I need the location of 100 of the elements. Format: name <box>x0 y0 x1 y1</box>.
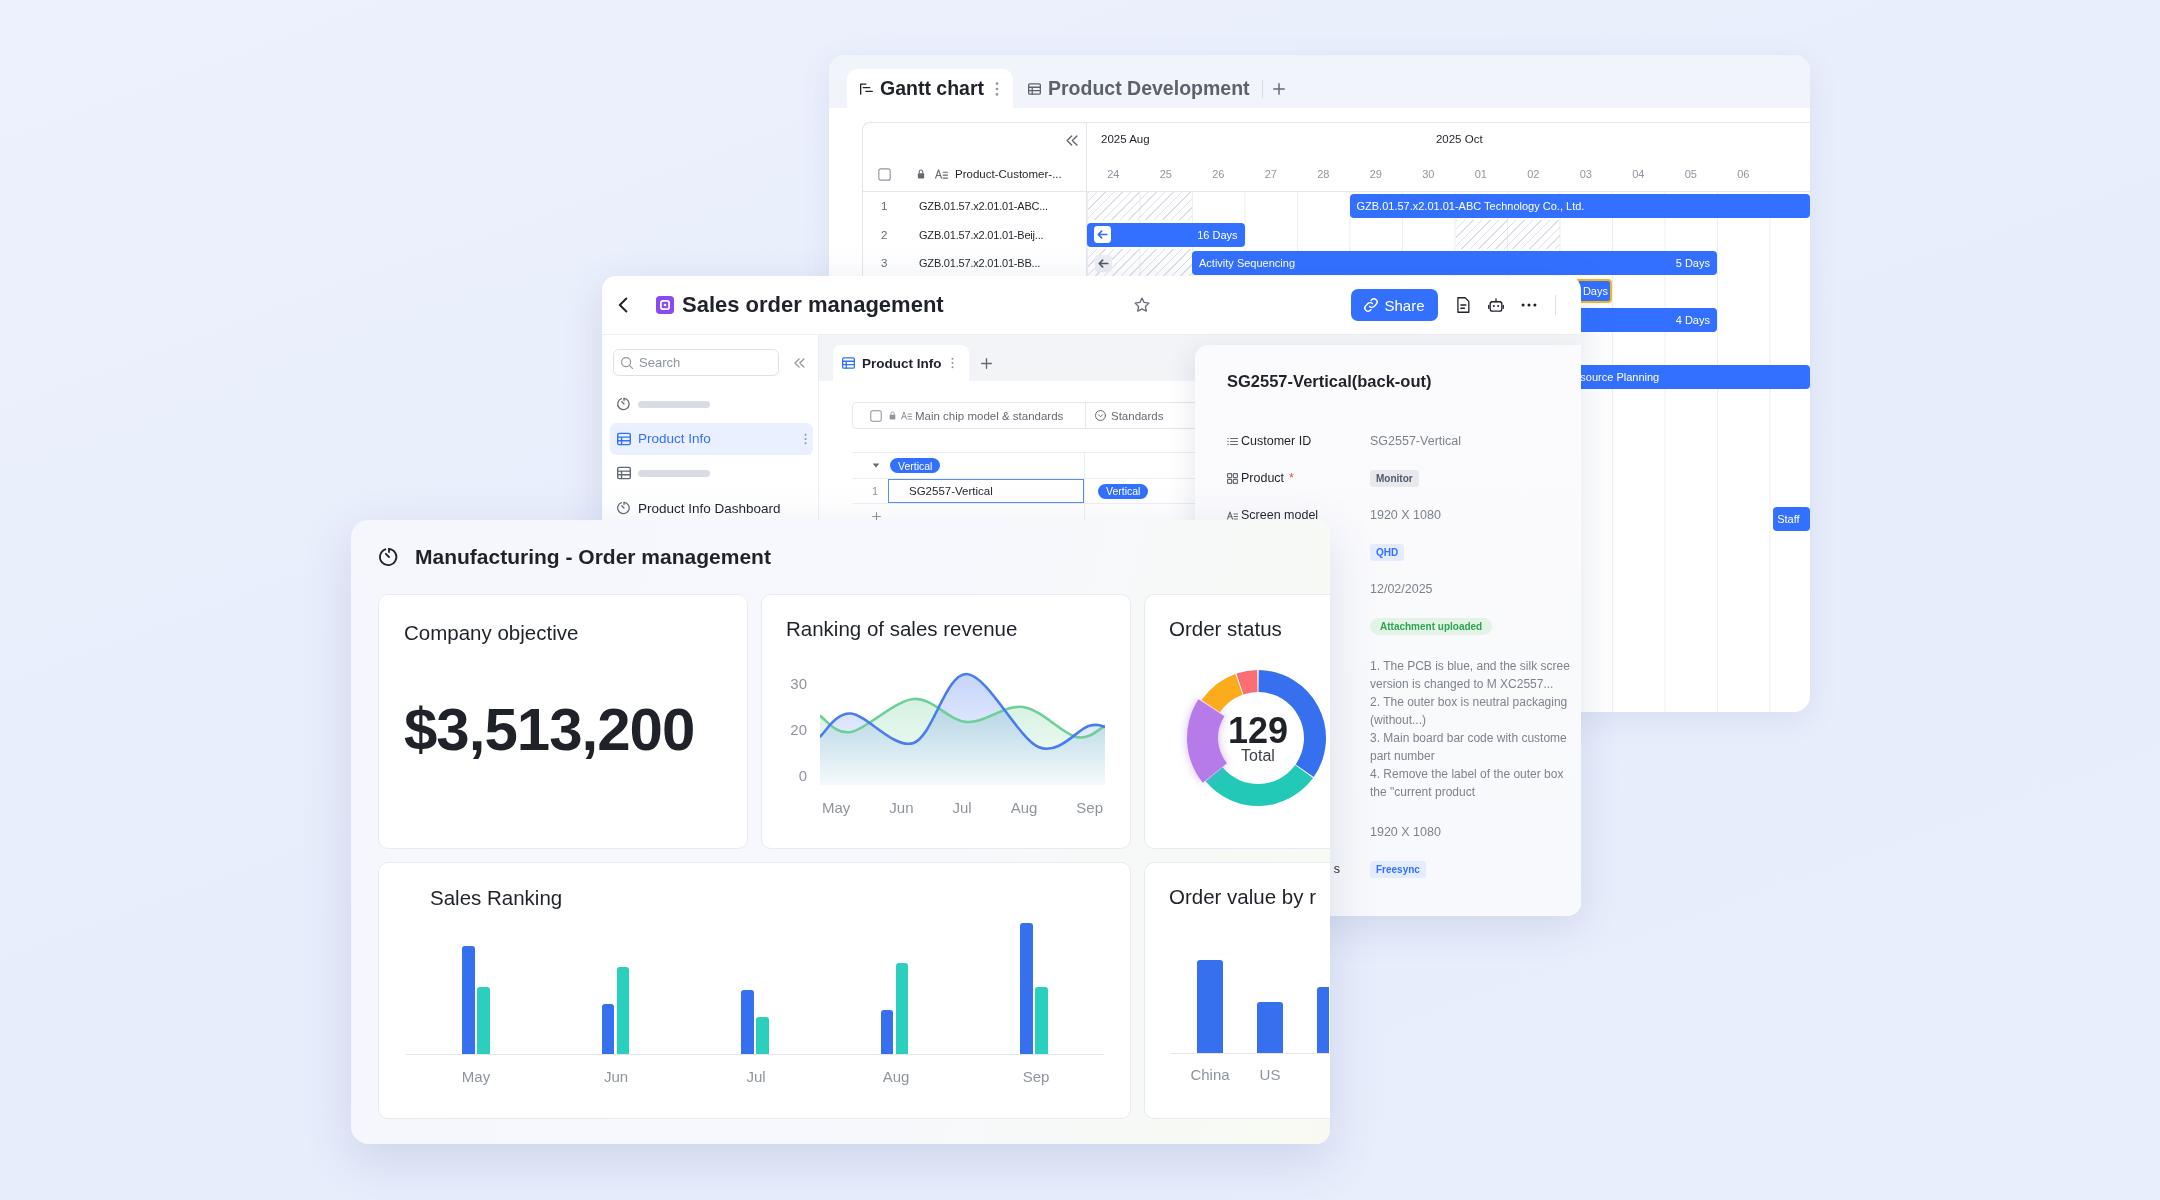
table-icon <box>1028 82 1041 95</box>
table-icon <box>617 431 631 446</box>
column-header: Standards <box>1111 409 1164 422</box>
arrow-left-icon <box>1095 254 1112 272</box>
metric-value: $3,513,200 <box>404 695 696 765</box>
task-label: Activity Sequencing <box>1199 257 1295 269</box>
axis-label: 0 <box>798 767 807 784</box>
view-tab[interactable]: Product Info <box>833 345 969 381</box>
star-icon[interactable] <box>1134 297 1150 313</box>
day-label: 03 <box>1579 168 1592 180</box>
add-icon[interactable] <box>980 358 992 369</box>
row-number: 3 <box>880 256 889 269</box>
back-icon[interactable] <box>619 297 628 313</box>
axis-label: 20 <box>790 721 807 738</box>
arrow-left-icon <box>1094 226 1111 244</box>
field-label: Customer ID <box>1241 434 1312 448</box>
axis-label: US <box>1259 1066 1281 1083</box>
view-tab[interactable]: Gantt chart <box>847 69 1013 108</box>
axis-label: Jun <box>603 1067 629 1085</box>
column-header: Main chip model & standards <box>915 409 1064 422</box>
placeholder-bar <box>638 469 710 477</box>
text-field-icon <box>901 411 912 420</box>
column-header: Product-Customer-... <box>955 168 1062 180</box>
collapse-icon[interactable] <box>794 357 805 368</box>
table-cell[interactable]: SG2557-Vertical <box>888 479 1084 503</box>
sales-bar <box>1035 987 1048 1054</box>
day-label: 06 <box>1737 168 1750 180</box>
add-icon[interactable] <box>1272 83 1285 95</box>
task-bar[interactable]: 16 Days <box>1087 222 1245 247</box>
field-value: 1920 X 1080 <box>1370 825 1441 839</box>
field-label: Screen model <box>1241 508 1319 522</box>
task-bar[interactable]: Activity Sequencing 5 Days <box>1192 251 1717 275</box>
option-tag: Monitor <box>1370 469 1419 487</box>
day-label: 25 <box>1159 168 1172 180</box>
sidebar-item[interactable]: Product Info Dashboard <box>610 498 813 519</box>
document-icon[interactable] <box>1455 297 1471 313</box>
day-label: 02 <box>1527 168 1540 180</box>
duration-label: Days <box>1582 285 1608 298</box>
duration-label: 5 Days <box>1675 257 1710 269</box>
dashboard-icon <box>379 547 399 567</box>
text-field-icon <box>1227 509 1238 521</box>
sales-bar <box>756 1017 769 1054</box>
row-number: 1 <box>880 200 889 213</box>
duration-label: 16 Days <box>1197 228 1238 241</box>
placeholder-bar <box>638 400 710 408</box>
day-label: 28 <box>1317 168 1330 180</box>
option-tag: QHD <box>1370 543 1405 561</box>
value-bar <box>1257 1001 1283 1053</box>
task-bar[interactable]: Staff <box>1773 506 1810 531</box>
group-tag: Vertical <box>890 458 941 473</box>
axis-label: Sep <box>1076 798 1103 816</box>
share-button[interactable]: Share <box>1351 289 1438 321</box>
lock-icon <box>889 411 896 420</box>
task-bar[interactable]: GZB.01.57.x2.01.01-ABC Technology Co., Ltd. <box>1349 194 1810 219</box>
task-name: GZB.01.57.x2.01.01-ABC... <box>919 200 1048 213</box>
sales-bar <box>477 987 490 1054</box>
day-label: 26 <box>1212 168 1225 180</box>
table-icon <box>617 466 631 481</box>
notes-text: 1. The PCB is blue, and the silk scree version is changed to M XC2557... 2. The outer box is neutral packaging (without...) 3. Main board bar code with custome part number 4. Remove the label of the outer box the "current product <box>1370 657 1571 801</box>
axis-label: Jul <box>746 1067 766 1085</box>
day-label: 27 <box>1264 168 1277 180</box>
day-label: 24 <box>1107 168 1120 180</box>
lock-icon <box>917 169 925 179</box>
total-value: 129 <box>1227 714 1289 748</box>
app-icon <box>656 296 674 314</box>
task-bar[interactable]: Days <box>1577 279 1612 304</box>
task-name: GZB.01.57.x2.01.01-Beij... <box>919 228 1044 241</box>
field-value: 1920 X 1080 <box>1370 508 1441 522</box>
card-title: Order value by r <box>1168 884 1317 909</box>
view-tab[interactable]: Product Development <box>1013 69 1256 108</box>
task-label: source Planning <box>1580 370 1660 383</box>
collapse-icon[interactable] <box>1066 134 1078 146</box>
window-title: Sales order management <box>682 292 944 318</box>
sidebar-item[interactable]: Product Info <box>610 422 813 455</box>
dashboard-icon <box>617 501 631 516</box>
robot-icon[interactable] <box>1488 297 1504 313</box>
task-name: GZB.01.57.x2.01.01-BB... <box>919 256 1041 269</box>
field-value: SG2557-Vertical <box>1370 434 1462 448</box>
card-title: Ranking of sales revenue <box>785 616 1019 641</box>
total-label: Total <box>1241 748 1275 764</box>
task-label: GZB.01.57.x2.01.01-ABC Technology Co., Ltd. <box>1356 200 1585 213</box>
field-value: 12/02/2025 <box>1370 582 1433 596</box>
record-title: SG2557-Vertical(back-out) <box>1227 371 1433 392</box>
axis-label: China <box>1190 1066 1230 1083</box>
axis-label: May <box>822 798 851 816</box>
checkbox[interactable] <box>870 409 882 422</box>
axis-label: Aug <box>882 1067 910 1085</box>
link-icon <box>1364 298 1379 312</box>
card-title: Order status <box>1168 616 1283 641</box>
grid-icon <box>1227 472 1238 484</box>
sales-bar <box>741 990 754 1054</box>
axis-label: Aug <box>1010 798 1038 816</box>
option-tag: Vertical <box>1098 483 1149 499</box>
day-label: 30 <box>1422 168 1435 180</box>
search-field[interactable]: Search <box>613 349 779 376</box>
caret-icon[interactable] <box>872 463 880 468</box>
day-label: 05 <box>1684 168 1697 180</box>
checkbox[interactable] <box>878 167 891 181</box>
status-tag: Attachment uploaded <box>1370 617 1493 635</box>
text-field-icon <box>935 169 948 179</box>
